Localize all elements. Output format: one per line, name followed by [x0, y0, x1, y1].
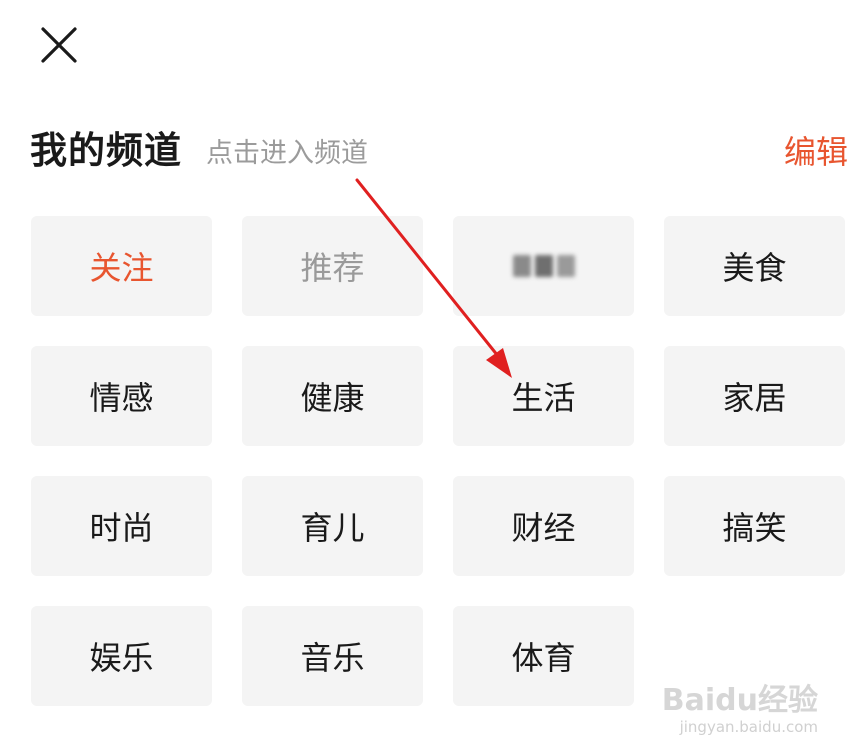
channel-chip-finance[interactable]: 财经: [453, 476, 634, 576]
channel-chip-emotion[interactable]: 情感: [31, 346, 212, 446]
page-title: 我的频道: [30, 129, 182, 172]
channel-header: 我的频道 点击进入频道 编辑: [30, 124, 850, 180]
channel-chip-label: 育儿: [300, 509, 365, 547]
channel-chip-label: 美食: [722, 249, 787, 287]
channel-chip-label: 财经: [511, 509, 576, 547]
channel-chip-entertainment[interactable]: 娱乐: [31, 606, 212, 706]
channel-chip-food[interactable]: 美食: [664, 216, 845, 316]
hint-text: 点击进入频道: [206, 138, 368, 169]
channel-chip-label: 体育: [511, 639, 576, 677]
channel-chip-label: 音乐: [300, 639, 365, 677]
channel-chip-home[interactable]: 家居: [664, 346, 845, 446]
channel-chip-label: 情感: [89, 379, 154, 417]
close-button[interactable]: [38, 24, 80, 66]
baidu-watermark: Baidu经验 jingyan.baidu.com: [648, 684, 818, 740]
channel-chip-label: 健康: [300, 379, 365, 417]
channel-chip-label: 时尚: [89, 509, 154, 547]
watermark-url: jingyan.baidu.com: [679, 718, 818, 736]
watermark-logo: Baidu经验: [661, 683, 818, 718]
edit-button[interactable]: 编辑: [784, 130, 848, 174]
channel-chip-life[interactable]: 生活: [453, 346, 634, 446]
channel-grid: 关注 推荐 美食 情感 健康 生活 家居 时尚 育儿 财经 搞笑 娱乐 音乐 体…: [31, 216, 845, 706]
close-icon: [41, 27, 77, 63]
channel-chip-sports[interactable]: 体育: [453, 606, 634, 706]
channel-chip-fashion[interactable]: 时尚: [31, 476, 212, 576]
channel-chip-follow[interactable]: 关注: [31, 216, 212, 316]
channel-chip-label: 搞笑: [722, 509, 787, 547]
channel-chip-blurred[interactable]: [453, 216, 634, 316]
channel-chip-label: 生活: [511, 379, 576, 417]
channel-chip-health[interactable]: 健康: [242, 346, 423, 446]
channel-chip-music[interactable]: 音乐: [242, 606, 423, 706]
channel-chip-label: 娱乐: [89, 639, 154, 677]
channel-chip-recommend[interactable]: 推荐: [242, 216, 423, 316]
blurred-label: [512, 255, 575, 277]
channel-chip-funny[interactable]: 搞笑: [664, 476, 845, 576]
channel-chip-parenting[interactable]: 育儿: [242, 476, 423, 576]
channel-chip-label: 推荐: [300, 249, 365, 287]
channel-chip-label: 家居: [722, 379, 787, 417]
channel-chip-label: 关注: [89, 249, 154, 287]
